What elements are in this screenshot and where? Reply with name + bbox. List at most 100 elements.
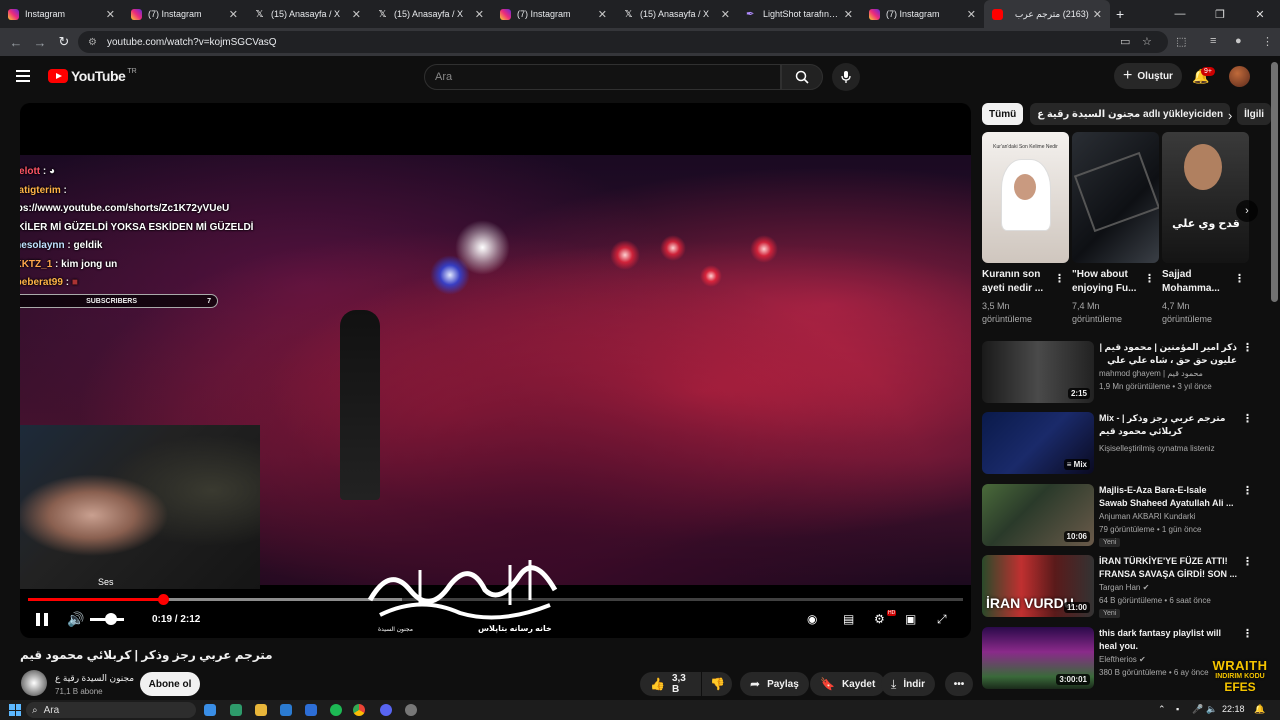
- search-button[interactable]: [781, 64, 823, 90]
- volume-icon[interactable]: 🔊: [67, 611, 84, 628]
- pause-icon[interactable]: [36, 613, 48, 626]
- spotify-icon[interactable]: [330, 704, 342, 716]
- progress-bar[interactable]: [28, 594, 963, 605]
- chip-from-uploader[interactable]: مجنون السيدة رقية ع adlı yükleyiciden: [1030, 103, 1231, 125]
- browser-tab[interactable]: 𝕏 (15) Anasayfa / X ✕: [369, 0, 492, 28]
- profile-icon[interactable]: ●: [1235, 35, 1242, 47]
- address-bar[interactable]: ⚙ youtube.com/watch?v=kojmSGCVasQ: [78, 31, 1168, 53]
- close-icon[interactable]: ✕: [229, 8, 238, 21]
- close-window-button[interactable]: ✕: [1240, 0, 1280, 28]
- restore-button[interactable]: ❐: [1200, 0, 1240, 28]
- recommendation-item[interactable]: 10:06 Majlis-E-Aza Bara-E-Isale Sawab Sh…: [982, 484, 1267, 547]
- extensions-icon[interactable]: ⬚: [1176, 35, 1186, 48]
- subtitles-icon[interactable]: ▤: [843, 612, 854, 626]
- tray-chevron-icon[interactable]: ⌃: [1158, 704, 1166, 715]
- search-input[interactable]: Ara: [424, 64, 781, 90]
- volume-handle[interactable]: [105, 613, 118, 625]
- minimize-button[interactable]: —: [1160, 0, 1200, 28]
- taskbar-folder-icon[interactable]: [255, 704, 267, 716]
- more-vertical-icon[interactable]: ⋮: [1242, 412, 1253, 425]
- more-vertical-icon[interactable]: ⋮: [1242, 555, 1253, 568]
- recommendation-item[interactable]: İRAN VURDU 11:00 İRAN TÜRKİYE'YE FÜZE AT…: [982, 555, 1267, 618]
- chevron-right-icon[interactable]: ›: [1228, 108, 1232, 123]
- browser-tab[interactable]: 𝕏 (15) Anasayfa / X ✕: [615, 0, 738, 28]
- hamburger-menu-icon[interactable]: [16, 70, 30, 82]
- recommendation-item[interactable]: 2:15 ذكر امير المؤمنين | محمود قيم | علی…: [982, 341, 1267, 403]
- close-icon[interactable]: ✕: [475, 8, 484, 21]
- forward-icon[interactable]: →: [28, 35, 52, 50]
- close-icon[interactable]: ✕: [1093, 8, 1102, 21]
- short-title[interactable]: Kuranın son ayeti nedir ...: [982, 268, 1056, 296]
- close-icon[interactable]: ✕: [106, 8, 115, 21]
- back-icon[interactable]: ←: [4, 35, 28, 50]
- site-info-icon[interactable]: ⚙: [88, 37, 97, 48]
- subscribe-button[interactable]: Abone ol: [140, 672, 200, 696]
- channel-name[interactable]: مجنون السيدة رقية ع: [55, 673, 134, 684]
- tray-volume-icon[interactable]: 🔈: [1206, 704, 1217, 715]
- close-icon[interactable]: ✕: [844, 8, 853, 21]
- close-icon[interactable]: ✕: [352, 8, 361, 21]
- taskbar-search[interactable]: ⌕ Ara: [26, 702, 196, 718]
- voice-search-button[interactable]: [832, 63, 860, 91]
- miniplayer-icon[interactable]: ▣: [905, 612, 916, 626]
- reload-icon[interactable]: ↻: [52, 34, 76, 50]
- account-avatar[interactable]: [1229, 66, 1250, 87]
- more-vertical-icon[interactable]: ⋮: [1242, 341, 1253, 354]
- save-button[interactable]: 🔖 Kaydet: [810, 672, 886, 696]
- short-title[interactable]: Sajjad Mohamma...: [1162, 268, 1236, 296]
- recommendation-item[interactable]: ≡ Mix Mix - مترجم عربي رجز وذكر | كربلائ…: [982, 412, 1267, 474]
- more-vertical-icon[interactable]: ⋮: [1242, 627, 1253, 640]
- taskbar-app-icon[interactable]: [204, 704, 216, 716]
- chip-all[interactable]: Tümü: [982, 103, 1024, 125]
- taskbar-app-icon[interactable]: [230, 704, 242, 716]
- browser-tab[interactable]: Instagram ✕: [0, 0, 123, 28]
- close-icon[interactable]: ✕: [721, 8, 730, 21]
- tray-clock[interactable]: 22:18: [1222, 704, 1245, 714]
- bookmark-star-icon[interactable]: ☆: [1142, 35, 1152, 48]
- reading-list-icon[interactable]: ≡: [1210, 35, 1216, 47]
- browser-tab[interactable]: (7) Instagram ✕: [861, 0, 984, 28]
- video-player[interactable]: مجنون السيدة خانه رسانه بتاپلاس Pixelott…: [20, 103, 971, 638]
- create-button[interactable]: + Oluştur: [1114, 63, 1182, 89]
- taskbar-app-icon[interactable]: [405, 704, 417, 716]
- new-tab-button[interactable]: +: [1116, 6, 1124, 22]
- browser-tab[interactable]: ✒ LightShot tarafından ✕: [738, 0, 861, 28]
- tray-microphone-icon[interactable]: 🎤: [1192, 704, 1203, 715]
- browser-tab-active[interactable]: (2163) مترجم عرب ✕: [984, 0, 1110, 28]
- chip-related[interactable]: İlgili: [1237, 103, 1272, 125]
- short-thumbnail[interactable]: [1072, 132, 1159, 263]
- share-button[interactable]: ➦ Paylaş: [740, 672, 809, 696]
- chrome-icon[interactable]: [353, 704, 365, 716]
- more-vertical-icon[interactable]: ⋮: [1054, 272, 1065, 285]
- browser-tab[interactable]: (7) Instagram ✕: [492, 0, 615, 28]
- autoplay-toggle-icon[interactable]: ◉: [807, 612, 817, 626]
- scrubber-handle[interactable]: [157, 594, 169, 605]
- discord-icon[interactable]: [380, 704, 392, 716]
- settings-gear-icon[interactable]: ⚙: [874, 612, 885, 626]
- fullscreen-icon[interactable]: ⤢: [937, 612, 947, 627]
- close-icon[interactable]: ✕: [598, 8, 607, 21]
- download-button[interactable]: ⤓ İndir: [881, 672, 935, 696]
- browser-tab[interactable]: 𝕏 (15) Anasayfa / X ✕: [246, 0, 369, 28]
- tray-app-icon[interactable]: ▪: [1176, 704, 1179, 714]
- more-vertical-icon[interactable]: ⋮: [1234, 272, 1245, 285]
- shorts-next-icon[interactable]: ›: [1236, 200, 1258, 222]
- page-scrollbar[interactable]: [1271, 62, 1278, 302]
- more-actions-button[interactable]: •••: [945, 672, 973, 696]
- short-thumbnail[interactable]: Kur'an'daki Son Kelime Nedir: [982, 132, 1069, 263]
- taskbar-app-icon[interactable]: [305, 704, 317, 716]
- like-button[interactable]: 👍 3,3 B: [640, 672, 701, 696]
- notification-center-icon[interactable]: 🔔: [1254, 704, 1265, 715]
- short-title[interactable]: "How about enjoying Fu...: [1072, 268, 1146, 296]
- short-thumbnail[interactable]: قدح وي علي: [1162, 132, 1249, 263]
- windows-start-icon[interactable]: [9, 704, 21, 716]
- taskbar-app-icon[interactable]: [280, 704, 292, 716]
- youtube-logo[interactable]: YouTube TR: [48, 68, 137, 84]
- cast-icon[interactable]: ▭: [1120, 35, 1130, 48]
- more-vertical-icon[interactable]: ⋮: [1242, 484, 1253, 497]
- browser-tab[interactable]: (7) Instagram ✕: [123, 0, 246, 28]
- dislike-button[interactable]: 👎: [702, 672, 732, 696]
- channel-avatar[interactable]: [21, 670, 47, 696]
- more-vertical-icon[interactable]: ⋮: [1144, 272, 1155, 285]
- close-icon[interactable]: ✕: [967, 8, 976, 21]
